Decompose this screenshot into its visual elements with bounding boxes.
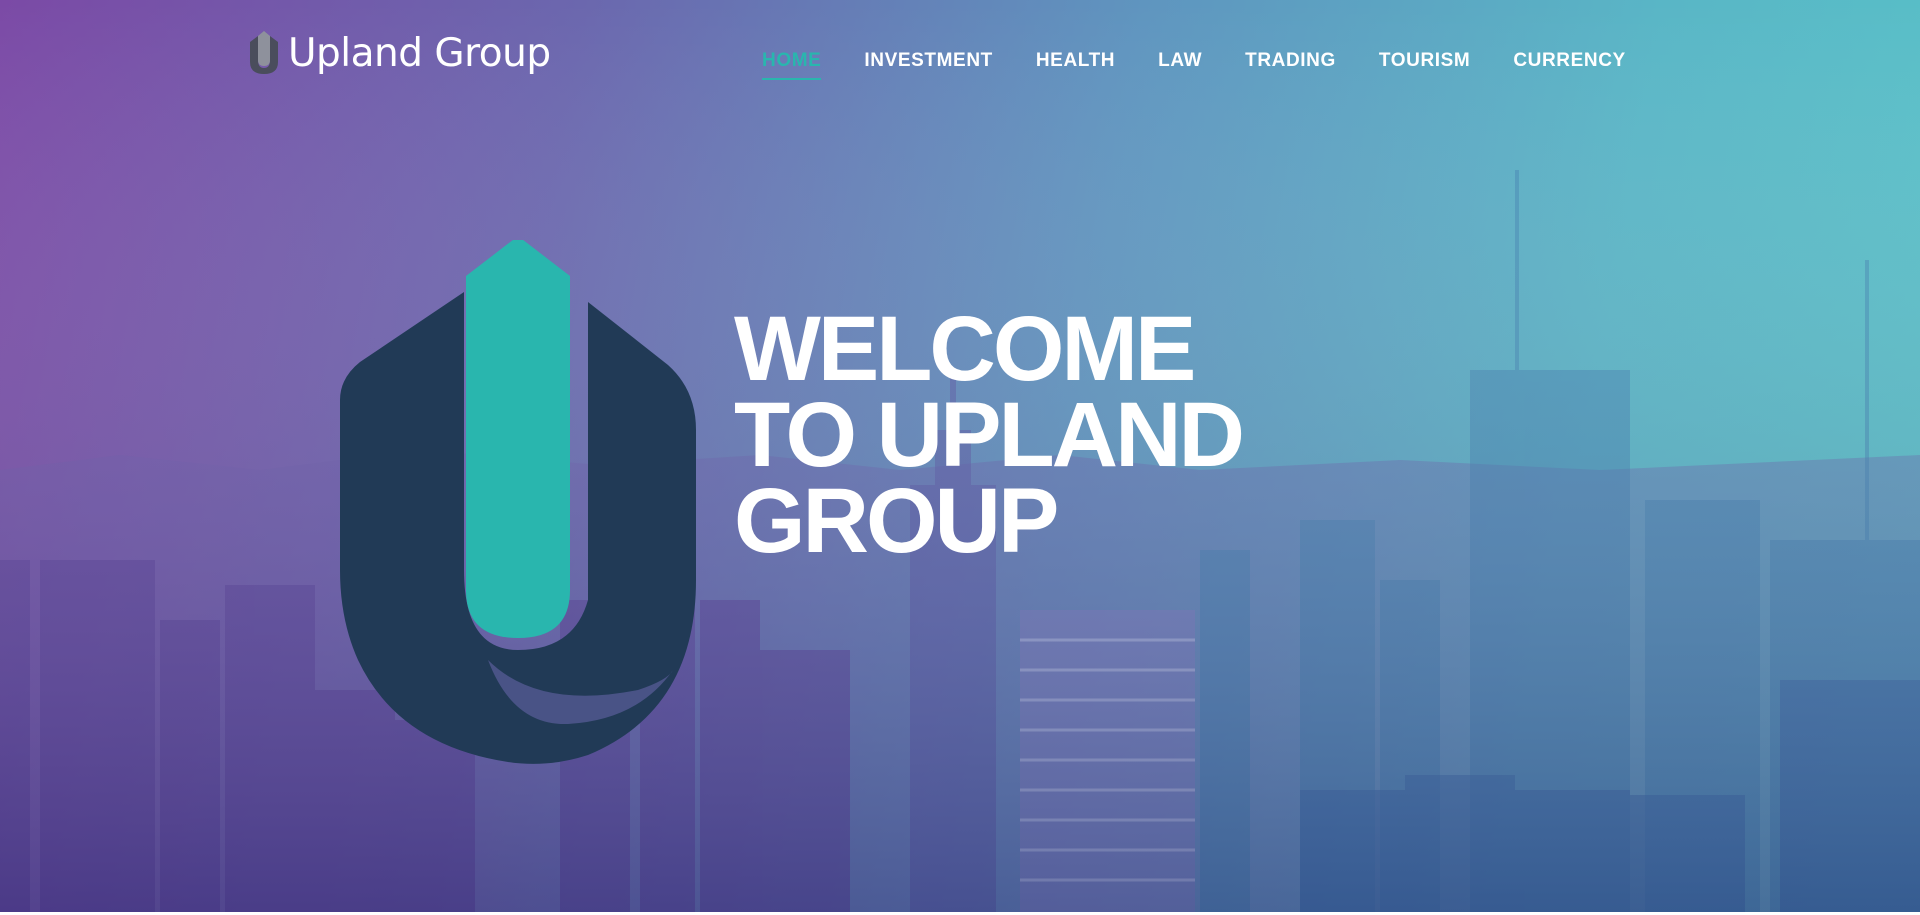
- brand-logo-link[interactable]: Upland Group: [246, 28, 551, 78]
- nav-item-currency[interactable]: CURRENCY: [1513, 50, 1625, 80]
- brand-name: Upland Group: [288, 30, 551, 76]
- hero-title-line: TO UPLAND: [734, 384, 1245, 486]
- nav-item-investment[interactable]: INVESTMENT: [864, 50, 992, 80]
- hero-title: WELCOME TO UPLAND GROUP: [734, 298, 1374, 572]
- nav-item-home[interactable]: HOME: [762, 50, 822, 80]
- nav-item-health[interactable]: HEALTH: [1036, 50, 1115, 80]
- nav-item-trading[interactable]: TRADING: [1245, 50, 1336, 80]
- nav-item-law[interactable]: LAW: [1158, 50, 1202, 80]
- hero-title-line: GROUP: [734, 470, 1059, 572]
- main-nav: HOME INVESTMENT HEALTH LAW TRADING TOURI…: [762, 50, 1626, 80]
- upland-hero-logo-icon: [340, 240, 696, 764]
- hero-title-line: WELCOME: [734, 298, 1196, 400]
- upland-u-logo-icon: [250, 31, 278, 74]
- nav-item-tourism[interactable]: TOURISM: [1379, 50, 1470, 80]
- hero-section: Upland Group HOME INVESTMENT HEALTH LAW …: [0, 0, 1920, 915]
